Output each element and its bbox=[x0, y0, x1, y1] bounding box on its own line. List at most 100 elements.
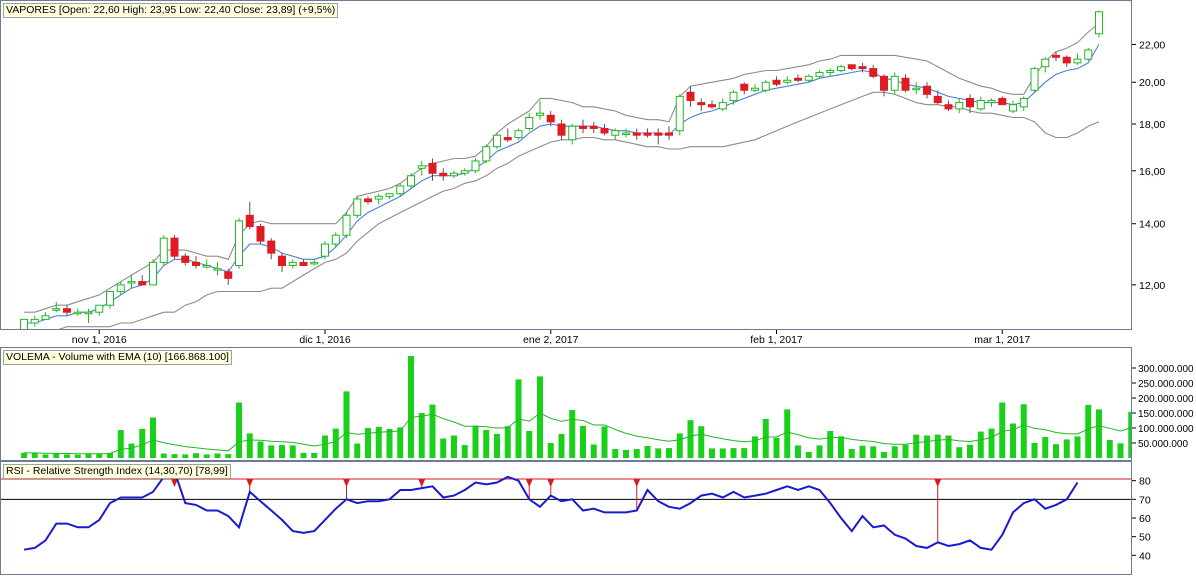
volume-bar bbox=[934, 434, 941, 458]
volume-bar bbox=[1063, 439, 1070, 458]
volume-bar bbox=[268, 445, 275, 458]
volume-y-tick-label: 50.000.000 bbox=[1138, 439, 1188, 450]
candle-down bbox=[933, 95, 942, 104]
candle-up bbox=[374, 195, 383, 200]
volume-bar bbox=[53, 453, 60, 458]
candle-up bbox=[1019, 97, 1028, 108]
volume-bar bbox=[117, 430, 124, 458]
candle-up bbox=[568, 125, 577, 141]
volume-bar bbox=[418, 413, 425, 458]
volume-bar bbox=[827, 431, 834, 458]
volume-panel[interactable]: VOLEMA - Volume with EMA (10) [166.868.1… bbox=[0, 347, 1132, 461]
candle-up bbox=[729, 91, 738, 102]
volume-bar bbox=[924, 435, 930, 458]
candle-down bbox=[708, 104, 716, 108]
volume-bar bbox=[311, 452, 318, 458]
candle-up bbox=[460, 170, 469, 174]
volume-bar bbox=[945, 435, 952, 458]
rsi-y-tick-label: 50 bbox=[1139, 532, 1151, 544]
rsi-y-tick-label: 40 bbox=[1139, 550, 1151, 562]
candle-up bbox=[890, 75, 899, 91]
volume-bar bbox=[31, 452, 38, 458]
price-plot[interactable] bbox=[1, 1, 1131, 329]
rsi-y-tick-label: 80 bbox=[1139, 476, 1151, 488]
candle-up bbox=[235, 220, 243, 267]
candle-up bbox=[976, 100, 985, 110]
price-panel[interactable]: VAPORES [Open: 22,60 High: 23,95 Low: 22… bbox=[0, 0, 1132, 330]
volume-bar bbox=[891, 446, 898, 458]
rsi-panel[interactable]: RSI - Relative Strength Index (14,30,70)… bbox=[0, 461, 1132, 575]
volume-bar bbox=[257, 441, 264, 458]
candle-up bbox=[1095, 11, 1103, 35]
date-tick-label: feb 1, 2017 bbox=[750, 334, 803, 346]
volume-bar bbox=[590, 444, 597, 458]
rsi-signal-marker bbox=[343, 479, 350, 487]
rsi-y-tick-label: 70 bbox=[1139, 494, 1151, 506]
volume-bar bbox=[236, 402, 242, 458]
volume-bar bbox=[687, 420, 694, 458]
rsi-y-tick-label: 60 bbox=[1139, 513, 1151, 525]
candle-up bbox=[622, 132, 630, 135]
candle-down bbox=[256, 226, 265, 242]
volume-bar bbox=[848, 449, 855, 458]
volume-ema-line bbox=[24, 412, 1131, 455]
volume-bar bbox=[623, 449, 629, 458]
candle-up bbox=[751, 87, 759, 91]
candle-up bbox=[1030, 68, 1039, 91]
volume-bar bbox=[472, 425, 479, 458]
candle-down bbox=[546, 114, 555, 123]
volume-bar bbox=[601, 426, 608, 458]
candle-up bbox=[837, 66, 845, 72]
volume-bar bbox=[870, 446, 877, 458]
candle-down bbox=[858, 66, 867, 70]
volume-bar bbox=[96, 453, 103, 458]
candle-down bbox=[966, 97, 974, 108]
volume-bar bbox=[279, 445, 285, 458]
candle-up bbox=[116, 284, 125, 293]
candle-down bbox=[181, 255, 190, 263]
candle-up bbox=[52, 308, 61, 311]
volume-bar bbox=[913, 434, 920, 458]
rsi-signal-marker bbox=[246, 479, 254, 487]
candle-up bbox=[826, 70, 835, 73]
volume-bar bbox=[451, 435, 457, 458]
candle-up bbox=[95, 304, 104, 313]
candle-up bbox=[815, 71, 824, 77]
date-tick-label: dic 1, 2016 bbox=[299, 334, 351, 346]
candle-up bbox=[1084, 49, 1093, 60]
candle-up bbox=[41, 315, 50, 320]
volume-bar bbox=[225, 454, 232, 458]
candle-down bbox=[267, 240, 276, 254]
candle-down bbox=[697, 102, 706, 106]
candle-up bbox=[202, 265, 211, 268]
candle-up bbox=[804, 75, 813, 81]
rsi-panel-title: RSI - Relative Strength Index (14,30,70)… bbox=[3, 464, 231, 479]
candle-up bbox=[288, 261, 297, 267]
volume-y-tick-label: 150.000.000 bbox=[1138, 409, 1194, 420]
price-panel-title: VAPORES [Open: 22,60 High: 23,95 Low: 22… bbox=[3, 3, 339, 18]
candle-down bbox=[589, 125, 598, 129]
volume-bar bbox=[74, 454, 81, 458]
candle-down bbox=[192, 261, 200, 267]
volume-bar bbox=[1031, 443, 1038, 458]
volume-bar bbox=[709, 448, 715, 458]
date-tick-label: ene 2, 2017 bbox=[523, 334, 579, 346]
volume-bar bbox=[483, 430, 490, 458]
date-axis: nov 1, 2016 dic 1, 2016 ene 2, 2017 feb 1, … bbox=[0, 330, 1196, 347]
candle-down bbox=[772, 79, 781, 85]
volume-bar bbox=[300, 452, 307, 458]
volume-bar bbox=[881, 452, 887, 458]
candle-down bbox=[665, 132, 673, 136]
candle-down bbox=[278, 255, 286, 267]
volume-bar bbox=[676, 433, 683, 458]
volume-y-axis: 50.000.000 100.000.000 150.000.000 200.000.… bbox=[1132, 347, 1196, 461]
candle-down bbox=[439, 172, 448, 177]
candle-up bbox=[331, 234, 340, 245]
volume-bar bbox=[762, 419, 769, 458]
bollinger-upper-line bbox=[24, 22, 1100, 313]
candle-up bbox=[417, 165, 426, 169]
candle-down bbox=[600, 127, 609, 134]
candle-up bbox=[342, 214, 351, 236]
volume-bar bbox=[977, 431, 984, 458]
volume-bar bbox=[128, 443, 135, 458]
